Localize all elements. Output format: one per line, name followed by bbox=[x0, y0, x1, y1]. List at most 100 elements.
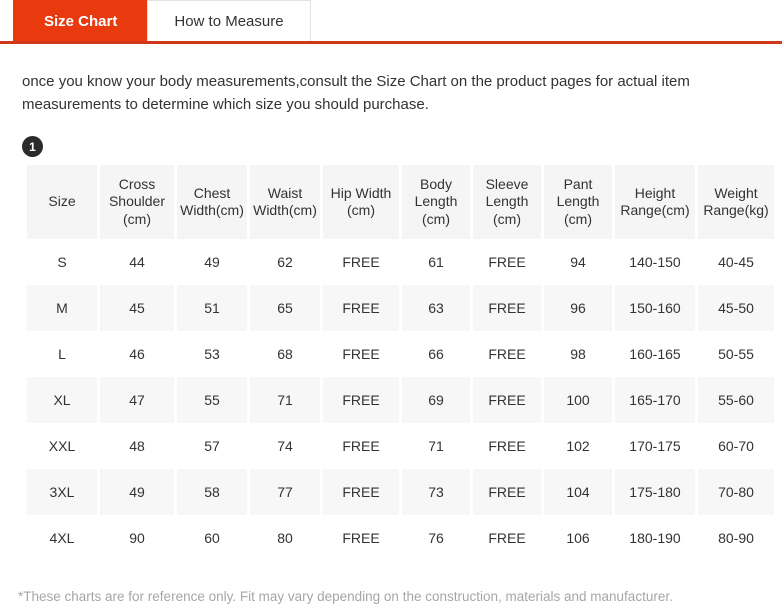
table-header-cell-line: Size bbox=[29, 193, 95, 211]
table-cell: 76 bbox=[402, 515, 470, 561]
table-cell: 44 bbox=[100, 239, 174, 285]
table-cell: FREE bbox=[323, 239, 399, 285]
tab-how-to-measure[interactable]: How to Measure bbox=[147, 0, 310, 41]
table-cell: 53 bbox=[177, 331, 247, 377]
table-cell: 66 bbox=[402, 331, 470, 377]
table-cell: 45-50 bbox=[698, 285, 774, 331]
table-cell: 45 bbox=[100, 285, 174, 331]
table-header-cell: ChestWidth(cm) bbox=[177, 165, 247, 239]
table-header-cell-line: Length bbox=[475, 193, 539, 211]
tab-size-chart[interactable]: Size Chart bbox=[13, 0, 148, 41]
table-cell: FREE bbox=[473, 331, 541, 377]
table-cell: 40-45 bbox=[698, 239, 774, 285]
table-cell: 160-165 bbox=[615, 331, 695, 377]
table-cell: 47 bbox=[100, 377, 174, 423]
table-header-cell-line: Width(cm) bbox=[252, 202, 318, 220]
table-row: S444962FREE61FREE94140-15040-45 bbox=[27, 239, 774, 285]
table-cell: FREE bbox=[473, 469, 541, 515]
table-cell: FREE bbox=[473, 423, 541, 469]
table-header-cell: WaistWidth(cm) bbox=[250, 165, 320, 239]
table-header-cell: BodyLength(cm) bbox=[402, 165, 470, 239]
table-cell: 57 bbox=[177, 423, 247, 469]
table-header-cell-line: Hip Width bbox=[325, 185, 397, 203]
table-cell: 96 bbox=[544, 285, 612, 331]
table-cell-size: L bbox=[27, 331, 97, 377]
table-cell: 58 bbox=[177, 469, 247, 515]
table-cell: 61 bbox=[402, 239, 470, 285]
table-header-cell-line: (cm) bbox=[404, 211, 468, 229]
table-header-cell-line: (cm) bbox=[546, 211, 610, 229]
table-header-cell-line: Waist bbox=[252, 185, 318, 203]
table-header-cell-line: Length bbox=[546, 193, 610, 211]
table-cell: FREE bbox=[473, 515, 541, 561]
step-badge-row: 1 bbox=[0, 131, 782, 157]
table-cell: 60 bbox=[177, 515, 247, 561]
table-cell-size: M bbox=[27, 285, 97, 331]
table-cell: 65 bbox=[250, 285, 320, 331]
tab-bar: Size Chart How to Measure bbox=[0, 0, 782, 44]
table-cell: 55 bbox=[177, 377, 247, 423]
table-cell-size: 3XL bbox=[27, 469, 97, 515]
table-header-cell-line: Shoulder bbox=[102, 193, 172, 211]
table-cell: FREE bbox=[323, 515, 399, 561]
table-header-cell-line: Range(cm) bbox=[617, 202, 693, 220]
table-cell: 175-180 bbox=[615, 469, 695, 515]
table-header-cell-line: Range(kg) bbox=[700, 202, 772, 220]
table-cell: 104 bbox=[544, 469, 612, 515]
table-header-cell-line: Sleeve bbox=[475, 176, 539, 194]
table-header-cell-line: (cm) bbox=[102, 211, 172, 229]
table-header-cell: CrossShoulder(cm) bbox=[100, 165, 174, 239]
table-cell: FREE bbox=[473, 377, 541, 423]
tab-size-chart-label: Size Chart bbox=[44, 13, 117, 30]
table-cell-size: XXL bbox=[27, 423, 97, 469]
table-header-cell-line: Body bbox=[404, 176, 468, 194]
table-row: XXL485774FREE71FREE102170-17560-70 bbox=[27, 423, 774, 469]
table-cell: 90 bbox=[100, 515, 174, 561]
size-chart-table: SizeCrossShoulder(cm)ChestWidth(cm)Waist… bbox=[24, 165, 777, 561]
table-header-cell: PantLength(cm) bbox=[544, 165, 612, 239]
table-cell: 140-150 bbox=[615, 239, 695, 285]
table-cell: 50-55 bbox=[698, 331, 774, 377]
table-cell: 80 bbox=[250, 515, 320, 561]
tab-how-to-measure-label: How to Measure bbox=[174, 13, 283, 30]
table-cell: 63 bbox=[402, 285, 470, 331]
table-header-cell-line: Weight bbox=[700, 185, 772, 203]
size-chart-table-wrapper: SizeCrossShoulder(cm)ChestWidth(cm)Waist… bbox=[0, 157, 782, 561]
table-cell: 77 bbox=[250, 469, 320, 515]
table-cell: 71 bbox=[402, 423, 470, 469]
table-cell: FREE bbox=[473, 285, 541, 331]
table-cell: 74 bbox=[250, 423, 320, 469]
table-cell: 49 bbox=[100, 469, 174, 515]
table-header-cell: Hip Width(cm) bbox=[323, 165, 399, 239]
table-cell: 170-175 bbox=[615, 423, 695, 469]
table-cell-size: 4XL bbox=[27, 515, 97, 561]
table-header-cell: WeightRange(kg) bbox=[698, 165, 774, 239]
table-header-cell: HeightRange(cm) bbox=[615, 165, 695, 239]
table-cell: 69 bbox=[402, 377, 470, 423]
table-header-cell-line: Width(cm) bbox=[179, 202, 245, 220]
table-header-row: SizeCrossShoulder(cm)ChestWidth(cm)Waist… bbox=[27, 165, 774, 239]
table-cell-size: S bbox=[27, 239, 97, 285]
table-cell: 180-190 bbox=[615, 515, 695, 561]
table-cell: 55-60 bbox=[698, 377, 774, 423]
table-header-cell-line: (cm) bbox=[325, 202, 397, 220]
table-row: 3XL495877FREE73FREE104175-18070-80 bbox=[27, 469, 774, 515]
table-header-cell-line: Height bbox=[617, 185, 693, 203]
footnote-text: *These charts are for reference only. Fi… bbox=[0, 575, 700, 607]
table-cell: FREE bbox=[323, 423, 399, 469]
table-cell: 94 bbox=[544, 239, 612, 285]
table-cell: 51 bbox=[177, 285, 247, 331]
table-header: SizeCrossShoulder(cm)ChestWidth(cm)Waist… bbox=[27, 165, 774, 239]
table-cell: 106 bbox=[544, 515, 612, 561]
table-cell: 98 bbox=[544, 331, 612, 377]
table-row: XL475571FREE69FREE100165-17055-60 bbox=[27, 377, 774, 423]
table-cell: 46 bbox=[100, 331, 174, 377]
table-row: 4XL906080FREE76FREE106180-19080-90 bbox=[27, 515, 774, 561]
table-cell: 80-90 bbox=[698, 515, 774, 561]
table-header-cell-line: Length bbox=[404, 193, 468, 211]
table-cell: 102 bbox=[544, 423, 612, 469]
step-number-badge: 1 bbox=[22, 136, 43, 157]
table-header-cell-line: Pant bbox=[546, 176, 610, 194]
table-cell-size: XL bbox=[27, 377, 97, 423]
table-header-cell-line: Chest bbox=[179, 185, 245, 203]
